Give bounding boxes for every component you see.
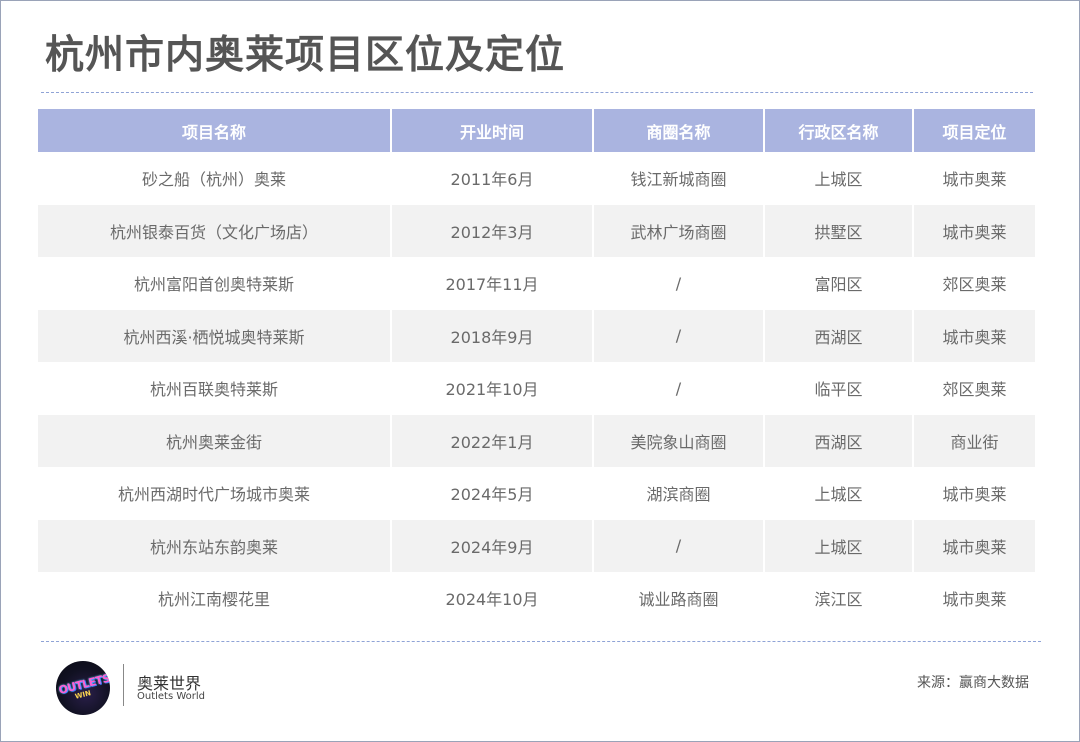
page: 杭州市内奥莱项目区位及定位 项目名称 开业时间 商圈名称 行政区名称 项目定位 … <box>0 0 1080 742</box>
source-note: 来源：赢商大数据 <box>917 675 1029 691</box>
cell-business-district: / <box>593 309 765 362</box>
cell-project-name: 杭州西湖时代广场城市奥莱 <box>38 467 392 520</box>
brand-separator <box>123 664 124 706</box>
cell-opening-date: 2018年9月 <box>391 309 594 362</box>
cell-positioning: 郊区奥莱 <box>913 257 1035 310</box>
cell-positioning: 城市奥莱 <box>913 467 1035 520</box>
cell-positioning: 城市奥莱 <box>913 204 1035 257</box>
table-header-row: 项目名称 开业时间 商圈名称 行政区名称 项目定位 <box>38 109 1035 152</box>
cell-administrative-district: 西湖区 <box>764 309 914 362</box>
cell-project-name: 杭州富阳首创奥特莱斯 <box>38 257 392 310</box>
table-row: 砂之船（杭州）奥莱 2011年6月 钱江新城商圈 上城区 城市奥莱 <box>38 152 1035 205</box>
cell-opening-date: 2012年3月 <box>391 204 594 257</box>
cell-positioning: 郊区奥莱 <box>913 362 1035 415</box>
cell-administrative-district: 滨江区 <box>764 572 914 625</box>
top-divider <box>41 92 1033 93</box>
header-positioning: 项目定位 <box>913 109 1035 152</box>
table-row: 杭州奥莱金街 2022年1月 美院象山商圈 西湖区 商业街 <box>38 414 1035 467</box>
cell-administrative-district: 临平区 <box>764 362 914 415</box>
cell-project-name: 杭州奥莱金街 <box>38 414 392 467</box>
brand-name-en: Outlets World <box>137 691 206 702</box>
table-row: 杭州富阳首创奥特莱斯 2017年11月 / 富阳区 郊区奥莱 <box>38 257 1035 310</box>
cell-project-name: 杭州西溪·栖悦城奥特莱斯 <box>38 309 392 362</box>
cell-opening-date: 2011年6月 <box>391 152 594 205</box>
page-title: 杭州市内奥莱项目区位及定位 <box>45 33 566 78</box>
cell-project-name: 砂之船（杭州）奥莱 <box>38 152 392 205</box>
cell-opening-date: 2021年10月 <box>391 362 594 415</box>
cell-positioning: 城市奥莱 <box>913 152 1035 205</box>
outlets-world-logo: OUTLETS WIN <box>56 661 110 715</box>
cell-positioning: 城市奥莱 <box>913 309 1035 362</box>
header-opening-date: 开业时间 <box>391 109 594 152</box>
cell-positioning: 城市奥莱 <box>913 572 1035 625</box>
cell-opening-date: 2024年5月 <box>391 467 594 520</box>
cell-positioning: 商业街 <box>913 414 1035 467</box>
cell-opening-date: 2024年9月 <box>391 519 594 572</box>
cell-administrative-district: 上城区 <box>764 152 914 205</box>
cell-opening-date: 2024年10月 <box>391 572 594 625</box>
cell-business-district: 武林广场商圈 <box>593 204 765 257</box>
cell-business-district: / <box>593 257 765 310</box>
logo-badge-icon: OUTLETS WIN <box>56 661 110 715</box>
header-business-district: 商圈名称 <box>593 109 765 152</box>
cell-business-district: / <box>593 519 765 572</box>
cell-opening-date: 2017年11月 <box>391 257 594 310</box>
cell-administrative-district: 上城区 <box>764 519 914 572</box>
cell-business-district: 钱江新城商圈 <box>593 152 765 205</box>
cell-business-district: 诚业路商圈 <box>593 572 765 625</box>
bottom-divider <box>41 641 1041 642</box>
table-row: 杭州东站东韵奥莱 2024年9月 / 上城区 城市奥莱 <box>38 519 1035 572</box>
cell-business-district: / <box>593 362 765 415</box>
cell-opening-date: 2022年1月 <box>391 414 594 467</box>
cell-administrative-district: 富阳区 <box>764 257 914 310</box>
cell-project-name: 杭州东站东韵奥莱 <box>38 519 392 572</box>
header-administrative-district: 行政区名称 <box>764 109 914 152</box>
cell-positioning: 城市奥莱 <box>913 519 1035 572</box>
cell-project-name: 杭州百联奥特莱斯 <box>38 362 392 415</box>
cell-administrative-district: 西湖区 <box>764 414 914 467</box>
cell-project-name: 杭州江南樱花里 <box>38 572 392 625</box>
cell-administrative-district: 拱墅区 <box>764 204 914 257</box>
cell-project-name: 杭州银泰百货（文化广场店） <box>38 204 392 257</box>
outlet-table: 项目名称 开业时间 商圈名称 行政区名称 项目定位 砂之船（杭州）奥莱 2011… <box>38 109 1035 625</box>
table-row: 杭州百联奥特莱斯 2021年10月 / 临平区 郊区奥莱 <box>38 362 1035 415</box>
table-row: 杭州西湖时代广场城市奥莱 2024年5月 湖滨商圈 上城区 城市奥莱 <box>38 467 1035 520</box>
table-row: 杭州江南樱花里 2024年10月 诚业路商圈 滨江区 城市奥莱 <box>38 572 1035 625</box>
table-row: 杭州银泰百货（文化广场店） 2012年3月 武林广场商圈 拱墅区 城市奥莱 <box>38 204 1035 257</box>
table-row: 杭州西溪·栖悦城奥特莱斯 2018年9月 / 西湖区 城市奥莱 <box>38 309 1035 362</box>
header-project-name: 项目名称 <box>38 109 392 152</box>
cell-administrative-district: 上城区 <box>764 467 914 520</box>
cell-business-district: 湖滨商圈 <box>593 467 765 520</box>
cell-business-district: 美院象山商圈 <box>593 414 765 467</box>
